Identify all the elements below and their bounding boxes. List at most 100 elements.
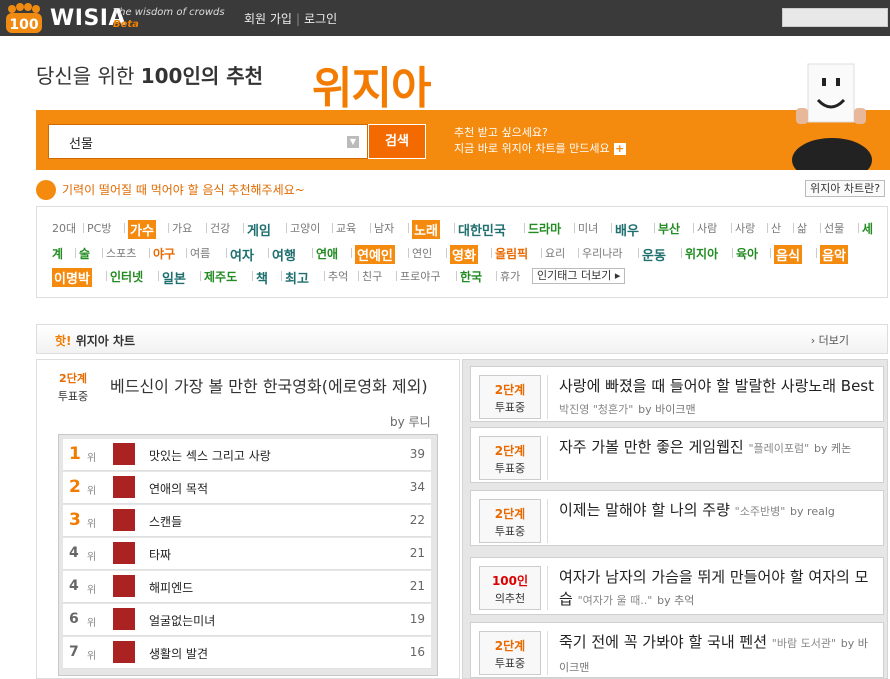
tag-item[interactable]: 위지아: [685, 245, 718, 262]
side-chart-item[interactable]: 2단계 투표중 이제는 말해야 할 나의 주량 "소주반병" by realg: [470, 490, 884, 546]
tag-item[interactable]: 여자: [230, 245, 254, 264]
tag-item[interactable]: 세: [862, 220, 873, 237]
tag-item[interactable]: 한국: [460, 268, 482, 285]
logo-badge-icon[interactable]: 100: [4, 3, 44, 35]
signup-link[interactable]: 회원 가입: [244, 10, 292, 27]
movie-thumbnail[interactable]: [113, 641, 135, 663]
tag-item[interactable]: 술: [79, 245, 90, 262]
rank-name[interactable]: 타짜: [149, 546, 171, 563]
rank-row[interactable]: 4 위 해피엔드 21: [63, 571, 431, 603]
tag-item[interactable]: 일본: [162, 268, 186, 287]
movie-thumbnail[interactable]: [113, 542, 135, 564]
tag-item[interactable]: 남자: [374, 220, 394, 236]
tag-item[interactable]: 운동: [642, 245, 666, 264]
tag-item[interactable]: 사람: [697, 220, 717, 236]
tag-item[interactable]: 친구: [362, 268, 382, 284]
rank-row[interactable]: 6 위 얼굴없는미녀 19: [63, 604, 431, 636]
tag-item[interactable]: 추억: [328, 268, 348, 284]
tag-item[interactable]: 미녀: [578, 220, 598, 236]
tag-item[interactable]: 가수: [128, 220, 156, 239]
tag-item[interactable]: 삶: [797, 220, 807, 236]
author[interactable]: by 추억: [657, 594, 694, 607]
side-chart-item[interactable]: 2단계 투표중 죽기 전에 꼭 가봐야 할 국내 펜션 "바람 도서관" by 바이…: [470, 622, 884, 678]
rank-name[interactable]: 생활의 발견: [149, 645, 208, 662]
tag-item[interactable]: 우리나라: [582, 245, 622, 261]
tag-item[interactable]: 최고: [285, 268, 309, 287]
tag-item[interactable]: 연애: [316, 245, 338, 262]
movie-thumbnail[interactable]: [113, 476, 135, 498]
rank-row[interactable]: 7 위 생활의 발견 16: [63, 637, 431, 669]
tag-item[interactable]: 음식: [774, 245, 802, 264]
rank-name[interactable]: 스캔들: [149, 513, 182, 530]
author[interactable]: by realg: [790, 505, 835, 518]
tag-item[interactable]: 노래: [412, 220, 440, 239]
side-chart-title-block[interactable]: 이제는 말해야 할 나의 주량 "소주반병" by realg: [559, 499, 877, 523]
tag-item[interactable]: 음악: [820, 245, 848, 264]
tag-item[interactable]: 올림픽: [495, 245, 528, 262]
tag-item[interactable]: 영화: [450, 245, 478, 264]
tag-item[interactable]: 여름: [190, 245, 210, 261]
side-chart-item[interactable]: 2단계 투표중 사랑에 빠졌을 때 들어야 할 발랄한 사랑노래 Best 박진영 …: [470, 366, 884, 422]
movie-thumbnail[interactable]: [113, 575, 135, 597]
tag-item[interactable]: 선물: [824, 220, 844, 236]
rank-name[interactable]: 연애의 목적: [149, 480, 208, 497]
tag-item[interactable]: 부산: [658, 220, 680, 237]
tag-item[interactable]: 대한민국: [458, 220, 506, 239]
tag-item[interactable]: 휴가: [500, 268, 520, 284]
login-link[interactable]: 로그인: [304, 10, 337, 27]
rank-name[interactable]: 맛있는 섹스 그리고 사랑: [149, 447, 271, 464]
side-chart-title[interactable]: 자주 가볼 만한 좋은 게임웹진: [559, 438, 744, 456]
tag-item[interactable]: 계: [52, 245, 63, 262]
movie-thumbnail[interactable]: [113, 509, 135, 531]
tag-item[interactable]: 야구: [153, 245, 175, 262]
movie-thumbnail[interactable]: [113, 608, 135, 630]
rank-row[interactable]: 1 위 맛있는 섹스 그리고 사랑 39: [63, 439, 431, 471]
plus-icon[interactable]: +: [613, 143, 626, 155]
top-search-input[interactable]: [782, 8, 888, 27]
main-chart-title[interactable]: 베드신이 가장 볼 만한 한국영화(에로영화 제외): [110, 373, 428, 397]
tag-item[interactable]: 스포츠: [106, 245, 136, 261]
tag-item[interactable]: 고양이: [290, 220, 320, 236]
rank-row[interactable]: 2 위 연애의 목적 34: [63, 472, 431, 504]
tag-item[interactable]: 육아: [736, 245, 758, 262]
tag-item[interactable]: 20대: [52, 220, 76, 236]
tag-item[interactable]: 가요: [172, 220, 192, 236]
tag-item[interactable]: 여행: [272, 245, 296, 264]
promo-line-2[interactable]: 지금 바로 위지아 차트를 만드세요 +: [454, 140, 626, 156]
side-chart-title-block[interactable]: 여자가 남자의 가슴을 뛰게 만들어야 할 여자의 모습 "여자가 울 때.."…: [559, 566, 877, 612]
tag-item[interactable]: 제주도: [204, 268, 237, 285]
main-chart-author[interactable]: by 루니: [390, 413, 431, 430]
chart-info-button[interactable]: 위지아 차트란?: [805, 180, 886, 197]
tag-item[interactable]: 책: [256, 268, 268, 287]
tag-item[interactable]: 게임: [247, 220, 271, 239]
side-chart-title-block[interactable]: 죽기 전에 꼭 가봐야 할 국내 펜션 "바람 도서관" by 바이크맨: [559, 631, 877, 679]
tag-item[interactable]: 건강: [210, 220, 230, 236]
tag-item[interactable]: 사랑: [735, 220, 755, 236]
search-input[interactable]: 선물 ▼: [48, 124, 368, 159]
tag-item[interactable]: 드라마: [528, 220, 561, 237]
author[interactable]: by 케논: [814, 442, 851, 455]
side-chart-item[interactable]: 100인 의추천 여자가 남자의 가슴을 뛰게 만들어야 할 여자의 모습 "여자가…: [470, 557, 884, 615]
rank-row[interactable]: 4 위 타짜 21: [63, 538, 431, 570]
side-chart-title[interactable]: 이제는 말해야 할 나의 주량: [559, 501, 730, 519]
tag-item[interactable]: PC방: [87, 220, 111, 236]
rank-name[interactable]: 얼굴없는미녀: [149, 612, 215, 629]
tag-item[interactable]: 프로야구: [400, 268, 440, 284]
tag-item[interactable]: 요리: [545, 245, 565, 261]
side-chart-title-block[interactable]: 자주 가볼 만한 좋은 게임웹진 "플레이포럼" by 케논: [559, 436, 877, 460]
chevron-down-icon[interactable]: ▼: [347, 136, 359, 148]
tag-item[interactable]: 인터넷: [110, 268, 143, 285]
tag-item[interactable]: 교육: [336, 220, 356, 236]
search-button[interactable]: 검색: [368, 124, 426, 159]
notice-text[interactable]: 기력이 떨어질 때 먹어야 할 음식 추천해주세요~: [62, 181, 305, 198]
rank-name[interactable]: 해피엔드: [149, 579, 193, 596]
side-chart-title-block[interactable]: 사랑에 빠졌을 때 들어야 할 발랄한 사랑노래 Best 박진영 "청혼가" …: [559, 375, 877, 421]
side-chart-title[interactable]: 죽기 전에 꼭 가봐야 할 국내 펜션: [559, 633, 767, 651]
tag-item[interactable]: 연인: [412, 245, 432, 261]
side-chart-item[interactable]: 2단계 투표중 자주 가볼 만한 좋은 게임웹진 "플레이포럼" by 케논: [470, 427, 884, 483]
rank-row[interactable]: 3 위 스캔들 22: [63, 505, 431, 537]
tag-item[interactable]: 배우: [615, 220, 639, 239]
author[interactable]: by 바이크맨: [638, 403, 695, 416]
more-link[interactable]: › 더보기: [811, 332, 849, 348]
side-chart-title[interactable]: 사랑에 빠졌을 때 들어야 할 발랄한 사랑노래 Best: [559, 377, 874, 395]
